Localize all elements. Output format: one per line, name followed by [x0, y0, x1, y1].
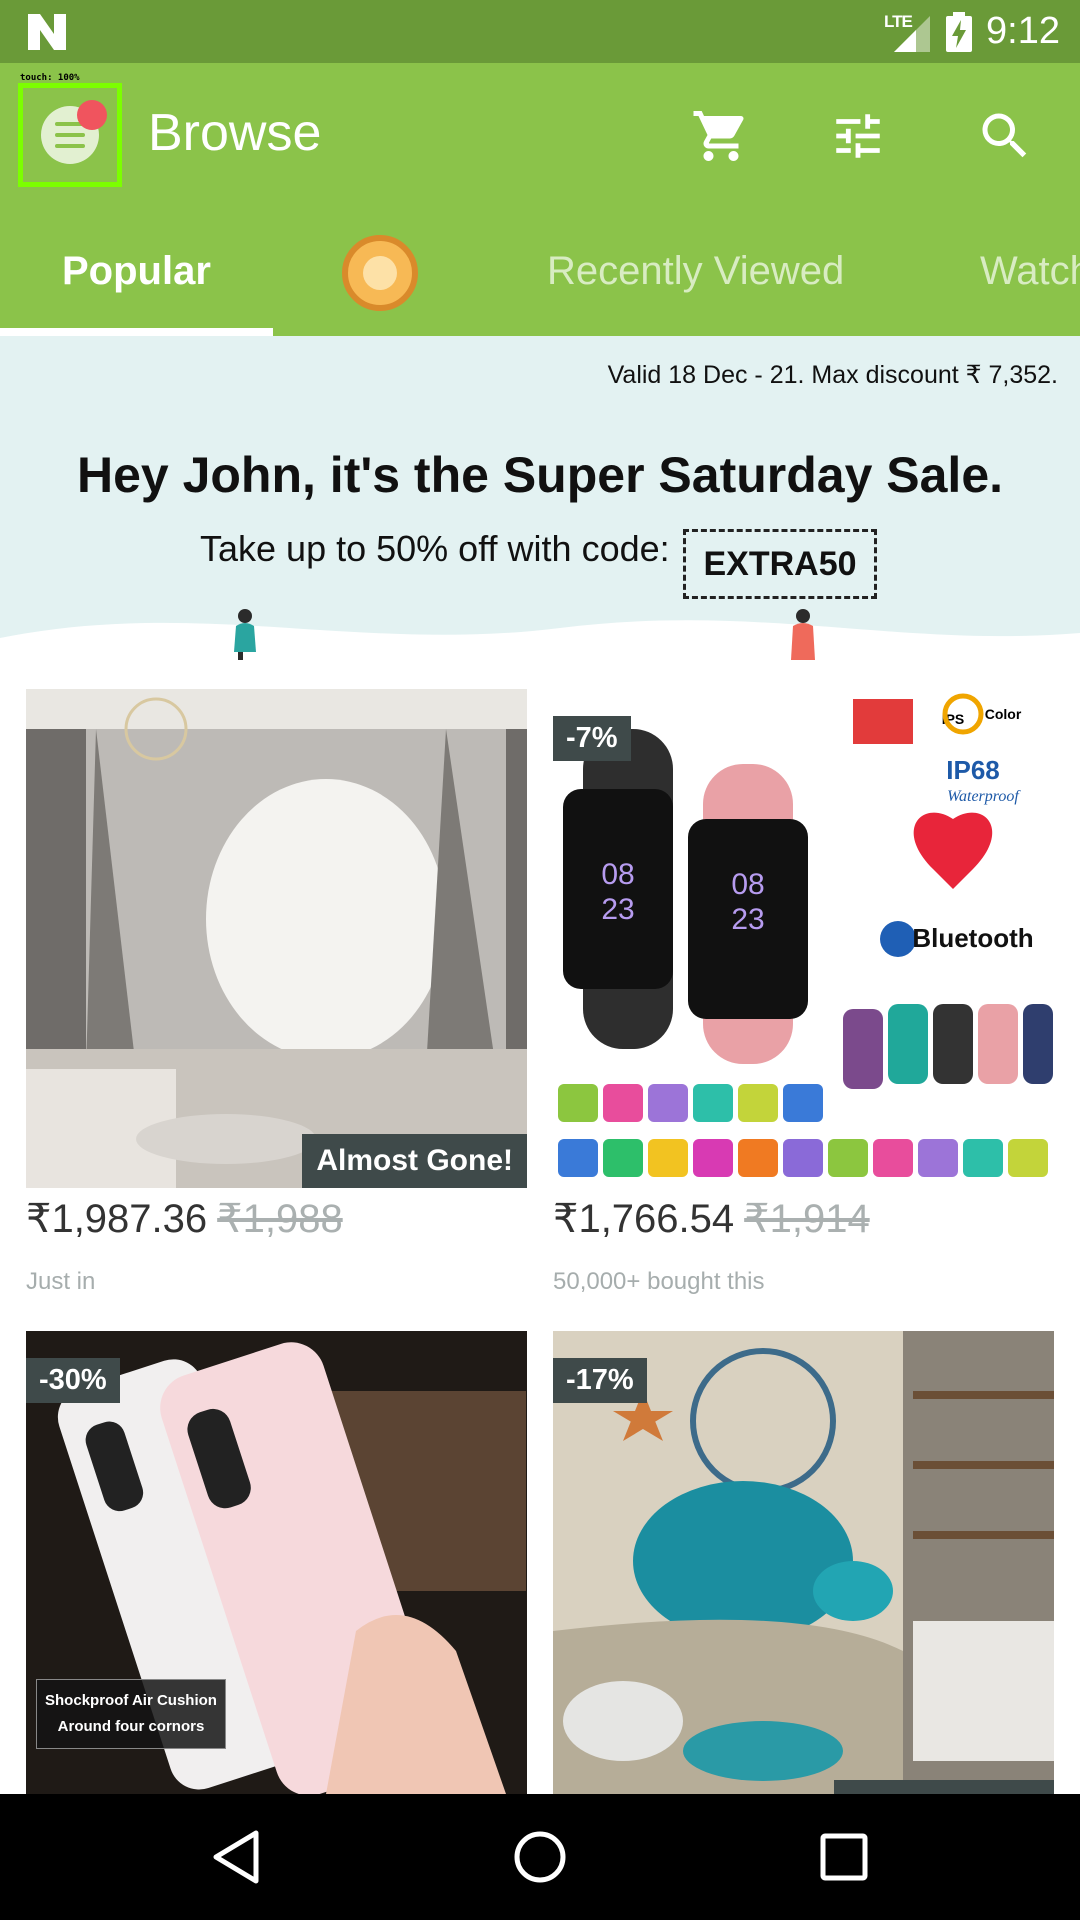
home-icon [514, 1831, 566, 1883]
product-image-curtains[interactable]: Almost Gone! [26, 689, 527, 1188]
svg-text:Bluetooth: Bluetooth [912, 923, 1033, 953]
product-note: Just in [26, 1268, 96, 1295]
notification-logo-icon [28, 14, 66, 50]
product-overlay-label [834, 1780, 1054, 1794]
discount-badge: -30% [26, 1358, 120, 1403]
product-caption-line: Around four cornors [57, 1718, 205, 1735]
product-price-row: ₹1,987.36 ₹1,988 [26, 1196, 343, 1242]
product-note: 50,000+ bought this [553, 1268, 765, 1295]
menu-button[interactable] [18, 83, 122, 187]
svg-text:Color: Color [985, 706, 1022, 722]
recents-button[interactable] [814, 1827, 874, 1887]
watch-photo: 08 23 08 23 IPS Color IP68 Waterproof Bl… [553, 689, 1054, 1188]
banner-wave-decoration [0, 620, 1080, 663]
menu-icon [41, 100, 107, 164]
curtain-photo [26, 689, 527, 1188]
page-title: Browse [148, 104, 322, 162]
product-image-shower-curtain[interactable]: -17% [553, 1331, 1054, 1794]
person-illustration [234, 609, 256, 660]
tab-watch[interactable]: Watch [980, 249, 1080, 294]
banner-subtitle: Take up to 50% off with code: [200, 528, 670, 569]
svg-text:Waterproof: Waterproof [947, 788, 1021, 805]
screen: LTE 9:12 touch: 100% Browse Popular Rece… [0, 0, 1080, 1920]
banner-validity: Valid 18 Dec - 21. Max discount ₹ 7,352. [607, 361, 1058, 389]
system-navigation-bar [0, 1794, 1080, 1920]
recents-icon [820, 1833, 868, 1881]
product-old-price: ₹1,914 [744, 1197, 870, 1241]
back-button[interactable] [206, 1827, 266, 1887]
tab-indicator [0, 328, 273, 336]
product-old-price: ₹1,988 [217, 1197, 343, 1241]
product-price-row: ₹1,766.54 ₹1,914 [553, 1196, 870, 1242]
almost-gone-badge: Almost Gone! [302, 1134, 527, 1188]
discount-badge: -17% [553, 1358, 647, 1403]
notification-dot [77, 100, 107, 130]
coin-reward-icon[interactable] [342, 235, 418, 311]
svg-text:IP68: IP68 [946, 755, 1000, 785]
banner-title: Hey John, it's the Super Saturday Sale. [76, 447, 1004, 503]
tab-popular[interactable]: Popular [62, 249, 211, 294]
back-icon [213, 1830, 259, 1884]
person-illustration-2 [791, 609, 815, 660]
status-icons: LTE 9:12 [884, 0, 1060, 63]
promo-banner[interactable]: Valid 18 Dec - 21. Max discount ₹ 7,352.… [0, 336, 1080, 663]
touch-overlay-label: touch: 100% [20, 73, 80, 83]
promo-code: EXTRA50 [683, 529, 877, 599]
product-price: ₹1,987.36 [26, 1197, 208, 1241]
home-button[interactable] [510, 1827, 570, 1887]
product-image-phone-case[interactable]: -30% Shockproof Air Cushion Around four … [26, 1331, 527, 1794]
product-image-watch[interactable]: 08 23 08 23 IPS Color IP68 Waterproof Bl… [553, 689, 1054, 1188]
tab-recently-viewed[interactable]: Recently Viewed [547, 249, 844, 294]
product-caption-line: Shockproof Air Cushion [45, 1692, 217, 1709]
svg-text:23: 23 [601, 893, 634, 926]
svg-text:08: 08 [731, 868, 764, 901]
svg-text:23: 23 [731, 903, 764, 936]
status-bar: LTE 9:12 [0, 0, 1080, 63]
filter-button[interactable] [823, 101, 893, 171]
cart-button[interactable] [686, 101, 756, 171]
product-price: ₹1,766.54 [553, 1197, 735, 1241]
signal-icon: LTE [884, 10, 932, 54]
tab-bar: Popular Recently Viewed Watch [0, 213, 1080, 336]
status-time: 9:12 [986, 10, 1060, 52]
search-button[interactable] [970, 101, 1040, 171]
filter-icon [836, 114, 880, 158]
search-icon [982, 113, 1027, 158]
app-bar: touch: 100% Browse [0, 63, 1080, 213]
svg-text:08: 08 [601, 858, 634, 891]
discount-badge: -7% [553, 716, 631, 761]
product-caption: Shockproof Air Cushion Around four corno… [36, 1679, 226, 1749]
cart-icon [693, 111, 744, 161]
battery-charging-icon [946, 11, 973, 52]
